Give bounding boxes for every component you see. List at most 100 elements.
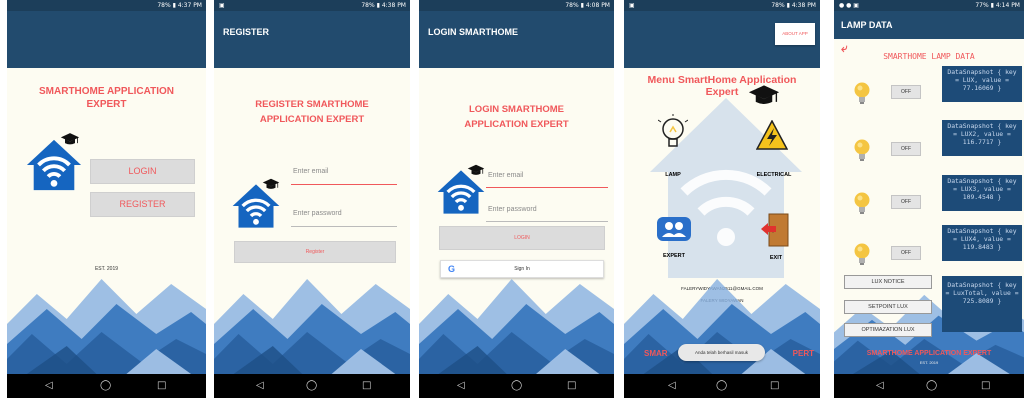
recents-icon[interactable]: □ — [567, 379, 576, 393]
status-time: 4:14 PM — [995, 2, 1020, 9]
mountain-background — [214, 254, 410, 374]
notification-icon: ▣ — [219, 2, 225, 9]
back-icon[interactable]: ◁ — [256, 379, 264, 393]
nav-bar: ◁ ◯ □ — [214, 374, 410, 398]
screen-register: ▣ 78% ▮ 4:38 PM REGISTER REGISTER SMARTH… — [214, 0, 410, 398]
graduation-cap-icon — [467, 164, 485, 176]
footer-left: SMAR — [644, 349, 668, 358]
status-bar: ● ● ▣ 77% ▮ 4:14 PM — [834, 0, 1024, 11]
back-icon[interactable]: ◁ — [457, 379, 465, 393]
status-bar: 78% ▮ 4:37 PM — [7, 0, 206, 11]
mountain-background — [7, 254, 206, 374]
password-input[interactable]: Enter password — [293, 210, 342, 217]
menu-content: Menu SmartHome Application Expert LAMP EL… — [624, 68, 820, 374]
status-bar: ▣ 78% ▮ 4:38 PM — [624, 0, 820, 11]
email-input[interactable]: Enter email — [488, 172, 523, 179]
lamp-2-snapshot: DataSnapshot { key = LUX2, value = 116.7… — [942, 120, 1022, 156]
recents-icon[interactable]: □ — [362, 379, 371, 393]
password-input[interactable]: Enter password — [488, 206, 537, 213]
app-bar: LAMP DATA — [834, 11, 1024, 39]
login-header: LOGIN SMARTHOME APPLICATION EXPERT — [464, 104, 569, 130]
login-success-toast: Anda telah berhasil masuk — [678, 344, 765, 361]
battery-level: 78% — [361, 2, 375, 9]
lamp-2-icon — [853, 138, 871, 162]
status-time: 4:38 PM — [381, 2, 406, 9]
app-title: SMARTHOME APPLICATION EXPERT — [39, 86, 174, 110]
about-app-button[interactable]: ABOUT APP — [775, 23, 815, 45]
electrical-menu-item[interactable]: ELECTRICAL — [742, 120, 806, 180]
lamp-data-header: SMARTHOME LAMP DATA — [883, 52, 975, 61]
email-input[interactable]: Enter email — [293, 168, 328, 175]
screen-login: 78% ▮ 4:08 PM LOGIN SMARTHOME LOGIN SMAR… — [419, 0, 614, 398]
graduation-cap-icon — [60, 132, 80, 146]
lux-notice-button[interactable]: LUX NOTICE — [844, 275, 932, 289]
lamp-3-off-button[interactable]: OFF — [891, 195, 921, 209]
footer-title: SMARTHOME APPLICATION EXPERT — [866, 350, 992, 357]
recents-icon[interactable]: □ — [981, 379, 990, 393]
setpoint-lux-button[interactable]: SETPOINT LUX — [844, 300, 932, 314]
status-bar: ▣ 78% ▮ 4:38 PM — [214, 0, 410, 11]
mountain-background — [419, 254, 614, 374]
password-underline — [486, 221, 608, 222]
login-content: LOGIN SMARTHOME APPLICATION EXPERT Enter … — [419, 68, 614, 374]
email-underline — [291, 184, 397, 185]
battery-level: 78% — [565, 2, 579, 9]
status-time: 4:08 PM — [585, 2, 610, 9]
password-underline — [291, 226, 397, 227]
lamp-1-snapshot: DataSnapshot { key = LUX, value = 77.160… — [942, 66, 1022, 102]
lamp-content: ⤶ SMARTHOME LAMP DATA OFF DataSnapshot {… — [834, 39, 1024, 374]
lamp-label: LAMP — [665, 172, 681, 178]
home-icon[interactable]: ◯ — [511, 379, 522, 393]
back-icon[interactable]: ◁ — [45, 379, 53, 393]
register-header: REGISTER SMARTHOME APPLICATION EXPERT — [255, 99, 369, 125]
login-button[interactable]: LOGIN — [90, 159, 195, 184]
email-underline — [486, 187, 608, 188]
app-bar: LOGIN SMARTHOME — [419, 11, 614, 68]
login-button[interactable]: LOGIN — [439, 226, 605, 250]
home-icon[interactable]: ◯ — [926, 379, 937, 393]
lightbulb-icon — [658, 114, 688, 147]
battery-level: 77% — [975, 2, 989, 9]
lamp-1-off-button[interactable]: OFF — [891, 85, 921, 99]
lamp-3-snapshot: DataSnapshot { key = LUX3, value = 109.4… — [942, 175, 1022, 211]
recents-icon[interactable]: □ — [157, 379, 166, 393]
footer-right: PERT — [792, 349, 814, 358]
register-button[interactable]: REGISTER — [90, 192, 195, 217]
screen-splash: 78% ▮ 4:37 PM SMARTHOME APPLICATION EXPER… — [7, 0, 206, 398]
screen-menu: ▣ 78% ▮ 4:38 PM ABOUT APP Menu SmartHome… — [624, 0, 820, 398]
app-bar: ABOUT APP — [624, 11, 820, 68]
menu-title: Menu SmartHome Application Expert — [647, 74, 797, 98]
lamp-4-off-button[interactable]: OFF — [891, 246, 921, 260]
back-icon[interactable]: ◁ — [876, 379, 884, 393]
nav-bar: ◁ ◯ □ — [419, 374, 614, 398]
register-content: REGISTER SMARTHOME APPLICATION EXPERT Ent… — [214, 68, 410, 374]
recents-icon[interactable]: □ — [770, 379, 779, 393]
back-icon[interactable]: ◁ — [668, 379, 676, 393]
lamp-2-off-button[interactable]: OFF — [891, 142, 921, 156]
status-bar: 78% ▮ 4:08 PM — [419, 0, 614, 11]
lamp-1-icon — [853, 81, 871, 105]
app-bar-title: LAMP DATA — [841, 20, 893, 30]
nav-bar: ◁ ◯ □ — [624, 374, 820, 398]
optimization-lux-button[interactable]: OPTIMAZATION LUX — [844, 323, 932, 337]
users-icon — [657, 217, 691, 241]
lamp-4-snapshot: DataSnapshot { key = LUX4, value = 119.8… — [942, 225, 1022, 261]
home-icon[interactable]: ◯ — [716, 379, 727, 393]
electrical-warning-icon — [756, 120, 788, 150]
lamp-4-icon — [853, 242, 871, 266]
app-bar-title: REGISTER — [223, 27, 270, 37]
screen-lamp-data: ● ● ▣ 77% ▮ 4:14 PM LAMP DATA ⤶ SMARTHOM… — [834, 0, 1024, 398]
status-time: 4:37 PM — [177, 2, 202, 9]
home-icon[interactable]: ◯ — [100, 379, 111, 393]
lamp-menu-item[interactable]: LAMP — [644, 114, 702, 180]
home-icon[interactable]: ◯ — [306, 379, 317, 393]
lux-total-snapshot: DataSnapshot { key = LuxTotal, value = 7… — [942, 276, 1022, 332]
splash-content: SMARTHOME APPLICATION EXPERT LOGIN REGIST… — [7, 68, 206, 374]
electrical-label: ELECTRICAL — [756, 172, 792, 178]
notification-icons: ● ● ▣ — [839, 2, 859, 9]
footer-est: EST. 2019 — [919, 360, 939, 365]
nav-bar: ◁ ◯ □ — [7, 374, 206, 398]
exit-door-icon — [761, 213, 789, 247]
battery-level: 78% — [157, 2, 171, 9]
lamp-3-icon — [853, 191, 871, 215]
